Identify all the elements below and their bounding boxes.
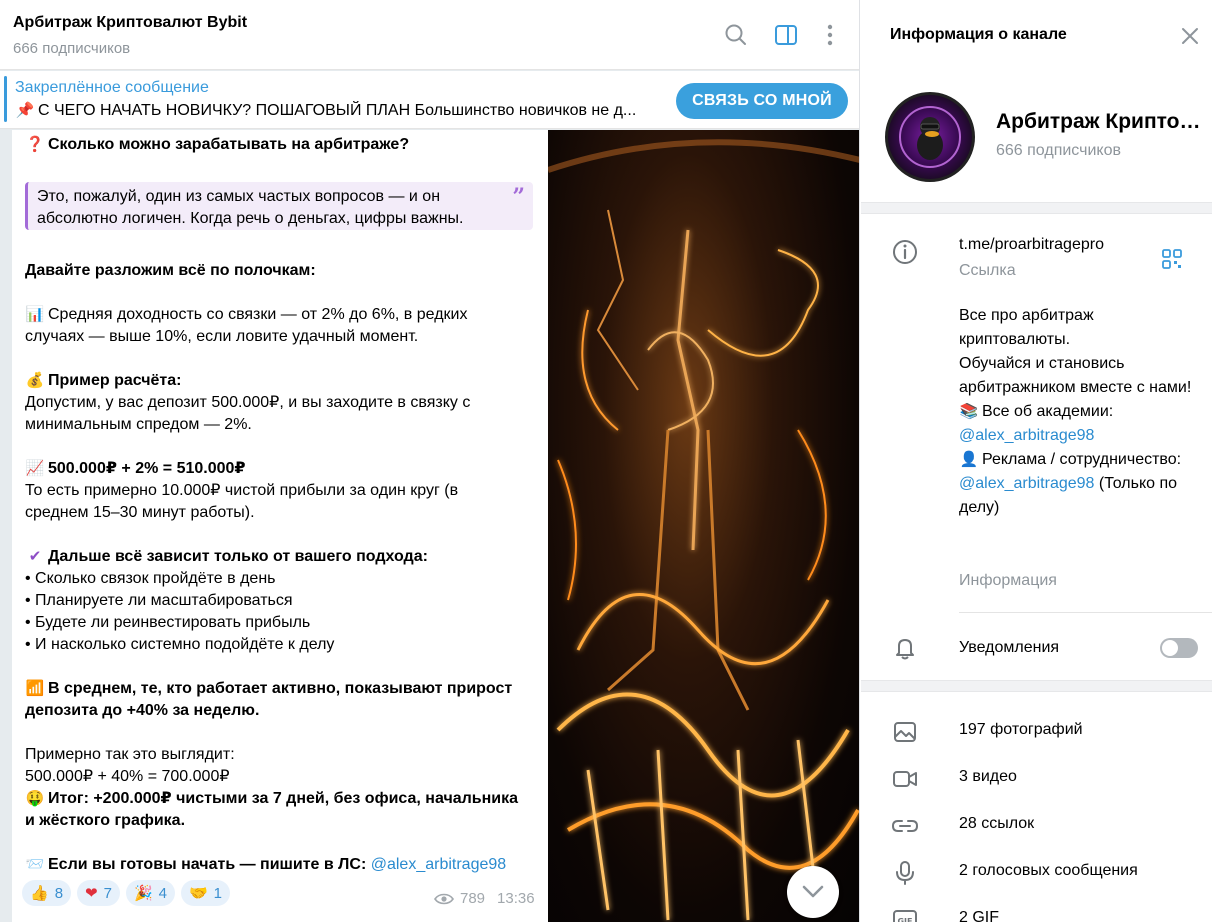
- pinned-message[interactable]: Закреплённое сообщение 📌 С ЧЕГО НАЧАТЬ НО…: [0, 71, 859, 129]
- pushpin-icon: 📌: [15, 102, 35, 119]
- message-heading: Давайте разложим всё по полочкам:: [25, 262, 316, 279]
- media-voice[interactable]: 2 голосовых сообщения: [959, 862, 1138, 880]
- media-photos[interactable]: 197 фотографий: [959, 721, 1083, 739]
- chevron-down-icon: [802, 885, 824, 898]
- reaction-party[interactable]: 🎉 4: [125, 880, 175, 906]
- eye-icon: [434, 893, 454, 904]
- reaction-thumbs-up[interactable]: 👍 8: [22, 880, 72, 906]
- ads-link[interactable]: @alex_arbitrage98: [959, 475, 1094, 492]
- signal-bars-icon: 📶: [25, 680, 45, 697]
- channel-info-panel: Информация о канале Арбитраж Крипто… 666…: [861, 0, 1212, 922]
- channel-link[interactable]: t.me/proarbitragepro: [959, 236, 1104, 254]
- cta-username-link[interactable]: @alex_arbitrage98: [371, 856, 506, 873]
- more-options-icon[interactable]: [817, 22, 843, 48]
- pinned-accent-bar: [4, 76, 7, 122]
- qr-code-icon[interactable]: [1161, 248, 1183, 270]
- question-mark-icon: ❓: [25, 136, 45, 153]
- search-icon[interactable]: [723, 22, 749, 48]
- reactions-row: 👍 8 ❤ 7 🎉 4 🤝 1: [22, 880, 231, 906]
- close-icon[interactable]: [1180, 26, 1200, 46]
- media-gif[interactable]: 2 GIF: [959, 909, 999, 922]
- message-time: 13:36: [497, 890, 535, 907]
- sidebar-toggle-icon[interactable]: [773, 22, 799, 48]
- section-divider: [861, 202, 1212, 214]
- media-videos[interactable]: 3 видео: [959, 768, 1017, 786]
- envelope-icon: 📨: [25, 856, 45, 873]
- view-count: 789: [460, 890, 486, 907]
- media-links[interactable]: 28 ссылок: [959, 815, 1034, 833]
- message-cta: 📨 Если вы готовы начать — пишите в ЛС: @a…: [25, 854, 535, 876]
- notifications-label: Уведомления: [959, 639, 1060, 656]
- toggle-knob: [1162, 640, 1178, 656]
- reaction-heart[interactable]: ❤ 7: [77, 880, 120, 906]
- scroll-to-bottom-button[interactable]: [787, 866, 839, 918]
- message-paragraph: ✔ Дальше всё зависит только от вашего под…: [25, 546, 535, 656]
- channel-description: Все про арбитраж криптовалюты. Обучайся …: [959, 304, 1199, 520]
- divider: [959, 612, 1212, 613]
- quote-line: Это, пожалуй, один из самых частых вопро…: [37, 188, 441, 205]
- money-mouth-face-icon: 🤑: [25, 790, 45, 807]
- pinned-label: Закреплённое сообщение: [15, 79, 209, 96]
- bell-icon: [896, 639, 914, 660]
- link-icon: [891, 820, 919, 832]
- chat-title[interactable]: Арбитраж Криптовалют Bybit: [13, 14, 247, 32]
- description-label: Информация: [959, 572, 1057, 589]
- channel-avatar[interactable]: [885, 92, 975, 182]
- message-paragraph: 📈 500.000₽ + 2% = 510.000₽ То есть пример…: [25, 460, 459, 521]
- notifications-toggle[interactable]: [1160, 638, 1198, 658]
- video-icon: [893, 771, 917, 787]
- duck-mascot-icon: [899, 106, 961, 168]
- section-divider: [861, 680, 1212, 692]
- info-icon: [893, 240, 917, 264]
- message-paragraph: 📶 В среднем, те, кто работает активно, по…: [25, 680, 513, 719]
- books-icon: 📚: [959, 403, 979, 420]
- microphone-icon: [896, 861, 914, 885]
- channel-link-label: Ссылка: [959, 262, 1016, 279]
- quote-line: абсолютно логичен. Когда речь о деньгах,…: [37, 210, 464, 227]
- bar-chart-icon: 📊: [25, 306, 45, 323]
- bullet-item: • Сколько связок пройдёте в день: [25, 570, 276, 587]
- photo-icon: [894, 722, 916, 742]
- bullet-item: • Планируете ли масштабироваться: [25, 592, 293, 609]
- money-bag-icon: 💰: [25, 372, 45, 389]
- check-mark-icon: ✔: [28, 548, 42, 565]
- channel-name: Арбитраж Крипто…: [996, 110, 1201, 133]
- message-paragraph: 💰 Пример расчёта: Допустим, у вас депозит…: [25, 372, 471, 433]
- reaction-handshake[interactable]: 🤝 1: [180, 880, 231, 906]
- channel-subscribers: 666 подписчиков: [996, 142, 1121, 159]
- message-paragraph: Примерно так это выглядит: 500.000₽ + 40…: [25, 746, 519, 829]
- contact-me-button[interactable]: СВЯЗЬ СО МНОЙ: [676, 83, 848, 119]
- gif-icon: GIF: [893, 910, 917, 922]
- message-bubble: ❓ Сколько можно зарабатывать на арбитраже…: [12, 130, 548, 922]
- bullet-item: • И насколько системно подойдёте к делу: [25, 636, 335, 653]
- message-question-line: ❓ Сколько можно зарабатывать на арбитраже…: [25, 134, 535, 156]
- chart-increasing-icon: 📈: [25, 460, 45, 477]
- chat-subscriber-count: 666 подписчиков: [13, 40, 131, 57]
- pinned-text: 📌 С ЧЕГО НАЧАТЬ НОВИЧКУ? ПОШАГОВЫЙ ПЛАН Б…: [15, 102, 637, 119]
- person-icon: 👤: [959, 451, 979, 468]
- svg-text:GIF: GIF: [897, 917, 912, 922]
- chat-header: Арбитраж Криптовалют Bybit 666 подписчик…: [0, 0, 859, 70]
- lightbulb-filament-image: [548, 139, 859, 921]
- message-meta: 789 13:36: [434, 890, 535, 907]
- message-quote: Это, пожалуй, один из самых частых вопро…: [25, 182, 533, 230]
- quote-mark-icon: ”: [512, 184, 525, 210]
- message-paragraph: 📊 Средняя доходность со связки — от 2% до…: [25, 306, 468, 345]
- panel-title: Информация о канале: [890, 26, 1067, 43]
- academy-link[interactable]: @alex_arbitrage98: [959, 424, 1199, 448]
- attached-photo[interactable]: [548, 130, 859, 922]
- bullet-item: • Будете ли реинвестировать прибыль: [25, 614, 311, 631]
- chat-area: Арбитраж Криптовалют Bybit 666 подписчик…: [0, 0, 860, 922]
